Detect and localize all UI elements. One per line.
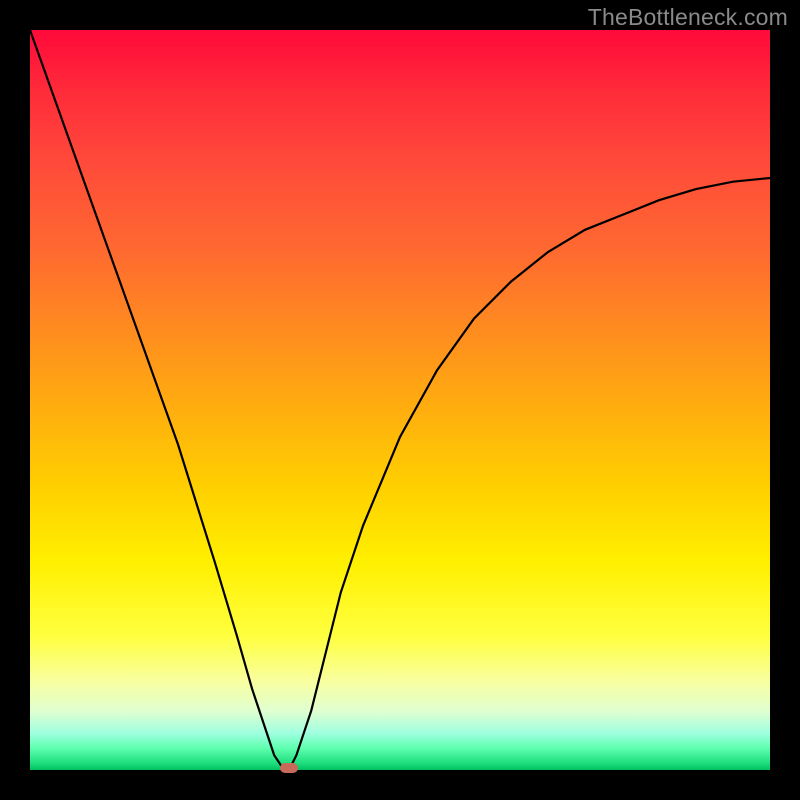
bottleneck-line-chart xyxy=(30,30,770,770)
watermark-text: TheBottleneck.com xyxy=(588,4,788,31)
optimal-point-marker xyxy=(280,763,298,773)
bottleneck-curve-path xyxy=(30,30,770,770)
